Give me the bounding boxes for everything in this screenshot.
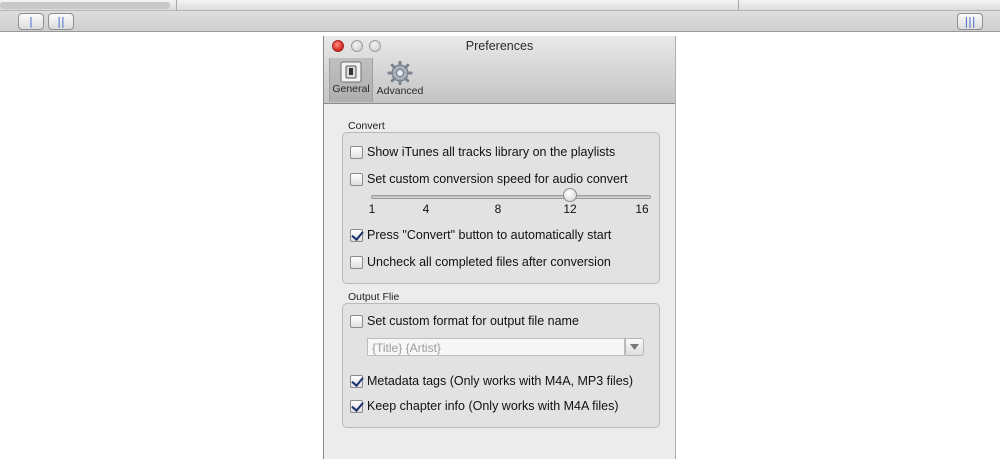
format-combo-field[interactable]: {Title} {Artist} bbox=[367, 338, 625, 356]
auto-start-label: Press "Convert" button to automatically … bbox=[367, 228, 612, 242]
switch-icon bbox=[340, 61, 362, 83]
view-button-2[interactable]: || bbox=[48, 13, 74, 30]
tab-advanced[interactable]: Advanced bbox=[375, 58, 425, 102]
background-scrollbar[interactable] bbox=[0, 2, 170, 9]
window-titlebar: Preferences General Advanced bbox=[324, 36, 675, 104]
custom-format-label: Set custom format for output file name bbox=[367, 314, 579, 328]
window-title: Preferences bbox=[465, 39, 534, 53]
chapter-label: Keep chapter info (Only works with M4A f… bbox=[367, 399, 619, 413]
column-divider bbox=[738, 0, 739, 11]
format-combo-placeholder: {Title} {Artist} bbox=[372, 341, 441, 355]
show-itunes-checkbox[interactable] bbox=[350, 145, 363, 159]
custom-format-option[interactable]: Set custom format for output file name bbox=[350, 313, 579, 329]
convert-group-title: Convert bbox=[348, 120, 385, 132]
uncheck-completed-checkbox[interactable] bbox=[350, 255, 363, 269]
custom-speed-label: Set custom conversion speed for audio co… bbox=[367, 172, 628, 186]
custom-speed-checkbox[interactable] bbox=[350, 172, 363, 186]
gear-icon bbox=[387, 61, 413, 85]
column-divider bbox=[176, 0, 177, 11]
auto-start-option[interactable]: Press "Convert" button to automatically … bbox=[350, 227, 611, 243]
slider-tick-1: 1 bbox=[368, 202, 376, 216]
metadata-checkbox[interactable] bbox=[350, 374, 363, 388]
speed-slider-track[interactable] bbox=[371, 195, 651, 199]
uncheck-completed-option[interactable]: Uncheck all completed files after conver… bbox=[350, 254, 611, 270]
custom-speed-option[interactable]: Set custom conversion speed for audio co… bbox=[350, 171, 628, 187]
chapter-checkbox[interactable] bbox=[350, 399, 363, 413]
format-combo-dropdown[interactable] bbox=[625, 338, 644, 356]
show-itunes-label: Show iTunes all tracks library on the pl… bbox=[367, 145, 616, 159]
tab-advanced-label: Advanced bbox=[376, 85, 424, 97]
background-scroll-row bbox=[0, 0, 1000, 11]
slider-tick-12: 12 bbox=[563, 202, 577, 216]
chapter-option[interactable]: Keep chapter info (Only works with M4A f… bbox=[350, 398, 619, 414]
slider-tick-8: 8 bbox=[494, 202, 502, 216]
speed-slider-knob[interactable] bbox=[563, 188, 577, 202]
background-window-toolbar: | || ||| bbox=[0, 0, 1000, 32]
tab-general[interactable]: General bbox=[329, 58, 373, 102]
metadata-label: Metadata tags (Only works with M4A, MP3 … bbox=[367, 374, 634, 388]
tab-general-label: General bbox=[332, 83, 370, 95]
chevron-down-icon bbox=[630, 344, 639, 350]
show-itunes-option[interactable]: Show iTunes all tracks library on the pl… bbox=[350, 144, 615, 160]
view-button-3[interactable]: ||| bbox=[957, 13, 983, 30]
slider-tick-4: 4 bbox=[422, 202, 430, 216]
output-group-title: Output Flie bbox=[348, 291, 400, 303]
custom-format-checkbox[interactable] bbox=[350, 314, 363, 328]
preferences-window: Preferences General Advanced Convert Sho… bbox=[323, 36, 676, 459]
slider-tick-16: 16 bbox=[635, 202, 649, 216]
view-button-1[interactable]: | bbox=[18, 13, 44, 30]
uncheck-completed-label: Uncheck all completed files after conver… bbox=[367, 255, 611, 269]
metadata-option[interactable]: Metadata tags (Only works with M4A, MP3 … bbox=[350, 373, 633, 389]
auto-start-checkbox[interactable] bbox=[350, 228, 363, 242]
